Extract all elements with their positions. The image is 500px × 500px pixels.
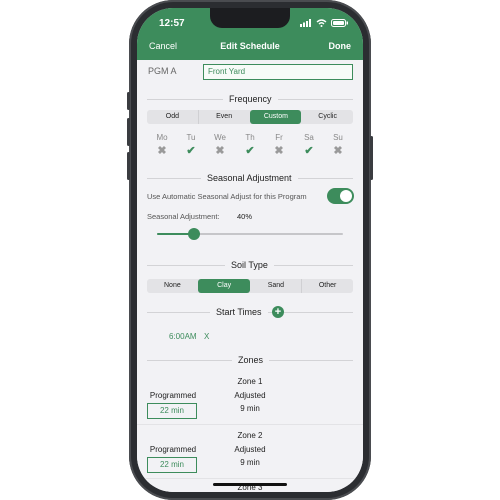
check-icon: ✔ <box>245 145 255 157</box>
wifi-icon <box>316 19 327 30</box>
programmed-label: Programmed <box>149 445 197 454</box>
zone-name: Zone 2 <box>237 431 263 440</box>
day-toggle-th[interactable]: Th ✔ <box>241 133 259 157</box>
day-label: Th <box>245 133 255 142</box>
add-start-time-button[interactable]: + <box>272 306 284 318</box>
zone-name: Zone 1 <box>237 377 263 386</box>
soil-option-clay[interactable]: Clay <box>197 279 250 293</box>
start-time-value[interactable]: 6:00AM <box>169 332 197 341</box>
signal-icon <box>300 19 312 30</box>
battery-icon <box>331 19 349 30</box>
day-toggle-sa[interactable]: Sa ✔ <box>300 133 318 157</box>
program-name-input[interactable]: Front Yard <box>203 64 353 80</box>
zones-title: Zones <box>232 355 270 365</box>
seasonal-title: Seasonal Adjustment <box>201 173 298 183</box>
adjusted-label: Adjusted <box>234 445 266 454</box>
day-toggle-mo[interactable]: Mo ✖ <box>153 133 171 157</box>
day-label: Sa <box>304 133 314 142</box>
schedule-content: PGM A Front Yard Frequency Odd Even Cust… <box>137 60 363 492</box>
programmed-minutes-input[interactable]: 22 min <box>147 403 197 419</box>
status-bar: 12:57 <box>137 18 363 32</box>
remove-start-time-button[interactable]: X <box>204 332 209 341</box>
adjusted-label: Adjusted <box>234 391 266 400</box>
x-icon: ✖ <box>274 145 284 157</box>
soil-option-other[interactable]: Other <box>301 279 353 293</box>
soil-option-none[interactable]: None <box>147 279 198 293</box>
frequency-title: Frequency <box>223 94 278 104</box>
auto-seasonal-label: Use Automatic Seasonal Adjust for this P… <box>147 192 307 201</box>
frequency-option-odd[interactable]: Odd <box>147 110 198 124</box>
nav-bar: Edit Schedule Cancel Done <box>137 41 363 55</box>
app-screen: 12:57 Edit Schedule Cancel Done PGM A Fr… <box>137 8 363 492</box>
start-times-title: Start Times <box>210 307 268 317</box>
phone-volume-button <box>127 152 130 180</box>
check-icon: ✔ <box>186 145 196 157</box>
x-icon: ✖ <box>333 145 343 157</box>
done-button[interactable]: Done <box>329 41 352 51</box>
seasonal-adjust-value: 40% <box>237 212 253 221</box>
seasonal-slider-knob[interactable] <box>188 228 200 240</box>
day-label: Su <box>333 133 343 142</box>
zone-card: Zone 2 Programmed 22 min Adjusted 9 min <box>137 424 363 478</box>
cancel-button[interactable]: Cancel <box>149 41 177 51</box>
frequency-segmented-control: Odd Even Custom Cyclic <box>147 110 353 124</box>
day-label: Fr <box>275 133 283 142</box>
day-toggle-su[interactable]: Su ✖ <box>329 133 347 157</box>
check-icon: ✔ <box>304 145 314 157</box>
auto-seasonal-toggle[interactable] <box>327 188 354 204</box>
phone-volume-button <box>127 118 130 146</box>
home-indicator <box>213 483 287 486</box>
day-label: Tu <box>186 133 196 142</box>
day-toggle-fr[interactable]: Fr ✖ <box>270 133 288 157</box>
frequency-option-cyclic[interactable]: Cyclic <box>301 110 353 124</box>
status-time: 12:57 <box>159 18 185 29</box>
soil-segmented-control: None Clay Sand Other <box>147 279 353 293</box>
toggle-knob <box>340 190 352 202</box>
programmed-label: Programmed <box>149 391 197 400</box>
seasonal-adjust-label: Seasonal Adjustment: <box>147 212 220 221</box>
soil-title: Soil Type <box>225 260 274 270</box>
adjusted-minutes: 9 min <box>240 404 260 413</box>
phone-volume-button <box>127 92 130 110</box>
adjusted-minutes: 9 min <box>240 458 260 467</box>
frequency-option-even[interactable]: Even <box>197 110 250 124</box>
x-icon: ✖ <box>157 145 167 157</box>
program-label: PGM A <box>148 66 177 76</box>
zone-card: Zone 1 Programmed 22 min Adjusted 9 min <box>137 370 363 423</box>
frequency-option-custom[interactable]: Custom <box>249 110 302 124</box>
status-icons <box>300 19 349 30</box>
x-icon: ✖ <box>215 145 225 157</box>
day-label: We <box>214 133 226 142</box>
programmed-minutes-input[interactable]: 22 min <box>147 457 197 473</box>
day-label: Mo <box>156 133 168 142</box>
phone-power-button <box>370 136 373 180</box>
soil-option-sand[interactable]: Sand <box>250 279 302 293</box>
day-toggle-we[interactable]: We ✖ <box>211 133 229 157</box>
day-toggle-tu[interactable]: Tu ✔ <box>182 133 200 157</box>
app-header: 12:57 Edit Schedule Cancel Done <box>137 8 363 60</box>
